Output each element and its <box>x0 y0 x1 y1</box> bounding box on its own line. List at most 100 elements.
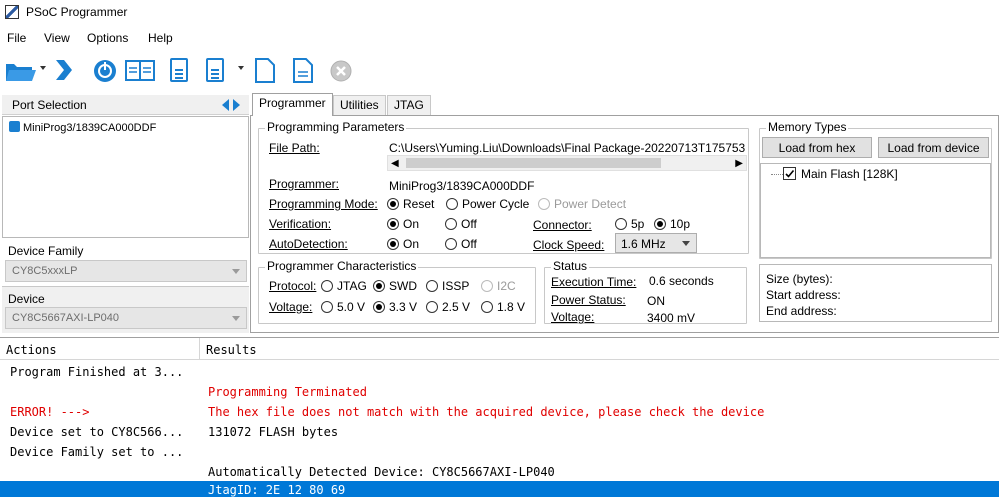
protocol-swd-label: SWD <box>389 279 417 293</box>
protocol-label: Protocol: <box>269 279 317 293</box>
connector-10p-radio[interactable]: 10p <box>654 217 690 231</box>
device-value: CY8C5667AXI-LP040 <box>12 312 120 324</box>
verification-label: Verification: <box>269 217 332 231</box>
group-title: Programmer Characteristics <box>265 259 419 273</box>
erase-icon[interactable] <box>202 56 228 84</box>
table-row[interactable]: Program Finished at 3... <box>0 362 999 382</box>
scroll-right-icon[interactable]: ▶ <box>735 158 743 169</box>
toolbar <box>0 52 999 88</box>
window-title: PSoC Programmer <box>26 5 128 19</box>
load-from-hex-button[interactable]: Load from hex <box>762 137 872 158</box>
tab-utilities[interactable]: Utilities <box>333 95 386 115</box>
autodetection-on-radio[interactable]: On <box>387 237 419 251</box>
device-select[interactable]: CY8C5667AXI-LP040 <box>5 307 247 329</box>
radio-disabled-icon <box>481 280 493 292</box>
mode-reset-label: Reset <box>403 197 435 211</box>
voltage-1v8-label: 1.8 V <box>497 300 526 314</box>
table-row-selected[interactable]: JtagID: 2E 12 80 69 <box>0 481 999 497</box>
radio-icon <box>426 301 438 313</box>
device-family-select[interactable]: CY8C5xxxLP <box>5 260 247 282</box>
chevron-down-icon <box>682 241 690 246</box>
autodetection-off-radio[interactable]: Off <box>445 237 477 251</box>
tab-programmer[interactable]: Programmer <box>252 93 333 116</box>
action-cell: Program Finished at 3... <box>10 365 184 379</box>
radio-disabled-icon <box>538 198 550 210</box>
dropdown-caret-icon[interactable] <box>40 66 46 70</box>
clock-speed-select[interactable]: 1.6 MHz <box>615 233 697 253</box>
main-flash-checkbox[interactable] <box>783 167 796 180</box>
end-address-label: End address: <box>766 304 837 318</box>
size-label: Size (bytes): <box>766 272 833 286</box>
verify-icon[interactable] <box>124 56 158 84</box>
voltage-5v-label: 5.0 V <box>337 300 366 314</box>
radio-icon <box>615 218 627 230</box>
voltage-5v-radio[interactable]: 5.0 V <box>321 300 365 314</box>
connector-5p-label: 5p <box>631 217 645 231</box>
radio-icon <box>445 218 457 230</box>
program-icon[interactable] <box>52 56 78 84</box>
connector-5p-radio[interactable]: 5p <box>615 217 644 231</box>
chevron-down-icon <box>232 316 240 321</box>
voltage-1v8-radio[interactable]: 1.8 V <box>481 300 525 314</box>
checksum-icon[interactable] <box>166 56 192 84</box>
protocol-i2c-label: I2C <box>497 279 516 293</box>
verification-on-radio[interactable]: On <box>387 217 419 231</box>
port-list[interactable]: MiniProg3/1839CA000DDF <box>2 116 249 238</box>
status-group: Status Execution Time: 0.6 seconds Power… <box>544 259 747 325</box>
protocol-jtag-radio[interactable]: JTAG <box>321 279 367 293</box>
actions-column-header[interactable]: Actions <box>0 338 200 360</box>
file-path-scrollbar[interactable]: ◀ ▶ <box>387 155 747 171</box>
open-folder-icon[interactable] <box>4 56 38 84</box>
list-item[interactable]: MiniProg3/1839CA000DDF <box>9 121 156 134</box>
verification-off-radio[interactable]: Off <box>445 217 477 231</box>
stop-icon <box>328 56 354 84</box>
blank-document-icon[interactable] <box>252 56 278 84</box>
results-column-header[interactable]: Results <box>200 338 999 360</box>
protocol-i2c-radio: I2C <box>481 279 516 293</box>
menu-view[interactable]: View <box>44 31 70 45</box>
protocol-swd-radio[interactable]: SWD <box>373 279 417 293</box>
menu-file[interactable]: File <box>7 31 26 45</box>
table-row[interactable]: Device set to CY8C566... 131072 FLASH by… <box>0 422 999 442</box>
protocol-issp-label: ISSP <box>442 279 470 293</box>
mode-power-cycle-radio[interactable]: Power Cycle <box>446 197 529 211</box>
voltage-2v5-radio[interactable]: 2.5 V <box>426 300 470 314</box>
voltage-3v3-radio[interactable]: 3.3 V <box>373 300 417 314</box>
protocol-jtag-label: JTAG <box>337 279 367 293</box>
memory-info-box: Size (bytes): Start address: End address… <box>759 264 992 322</box>
programming-parameters-group: Programming Parameters File Path: C:\Use… <box>258 120 749 254</box>
radio-selected-icon <box>654 218 666 230</box>
voltage-2v5-label: 2.5 V <box>442 300 471 314</box>
document-icon[interactable] <box>290 56 316 84</box>
scroll-thumb[interactable] <box>406 158 661 168</box>
table-row[interactable]: Programming Terminated <box>0 382 999 402</box>
power-status-label: Power Status: <box>551 293 626 307</box>
table-row[interactable]: Automatically Detected Device: CY8C5667A… <box>0 462 999 482</box>
table-row[interactable]: ERROR! ---> The hex file does not match … <box>0 402 999 422</box>
result-cell: Automatically Detected Device: CY8C5667A… <box>208 465 555 479</box>
execution-time-label: Execution Time: <box>551 275 637 289</box>
radio-selected-icon <box>387 218 399 230</box>
table-row[interactable]: Device Family set to ... <box>0 442 999 462</box>
menu-help[interactable]: Help <box>148 31 173 45</box>
radio-icon <box>446 198 458 210</box>
tab-jtag[interactable]: JTAG <box>387 95 431 115</box>
results-log[interactable]: Actions Results Program Finished at 3...… <box>0 337 999 497</box>
scroll-left-icon[interactable]: ◀ <box>391 158 399 169</box>
programmer-label: Programmer: <box>269 177 340 191</box>
port-selection-label: Port Selection <box>12 98 87 112</box>
collapse-panel-icon[interactable] <box>220 98 242 112</box>
port-selection-header: Port Selection <box>2 95 249 115</box>
result-cell: JtagID: 2E 12 80 69 <box>208 483 346 497</box>
power-icon[interactable] <box>92 56 118 84</box>
verification-off-label: Off <box>461 217 477 231</box>
device-family-label: Device Family <box>8 244 84 258</box>
protocol-issp-radio[interactable]: ISSP <box>426 279 469 293</box>
port-item-label: MiniProg3/1839CA000DDF <box>23 122 157 134</box>
menu-options[interactable]: Options <box>87 31 128 45</box>
radio-icon <box>321 280 333 292</box>
dropdown-caret-icon[interactable] <box>238 66 244 70</box>
mode-reset-radio[interactable]: Reset <box>387 197 434 211</box>
load-from-device-button[interactable]: Load from device <box>878 137 989 158</box>
device-port-icon <box>9 121 20 132</box>
